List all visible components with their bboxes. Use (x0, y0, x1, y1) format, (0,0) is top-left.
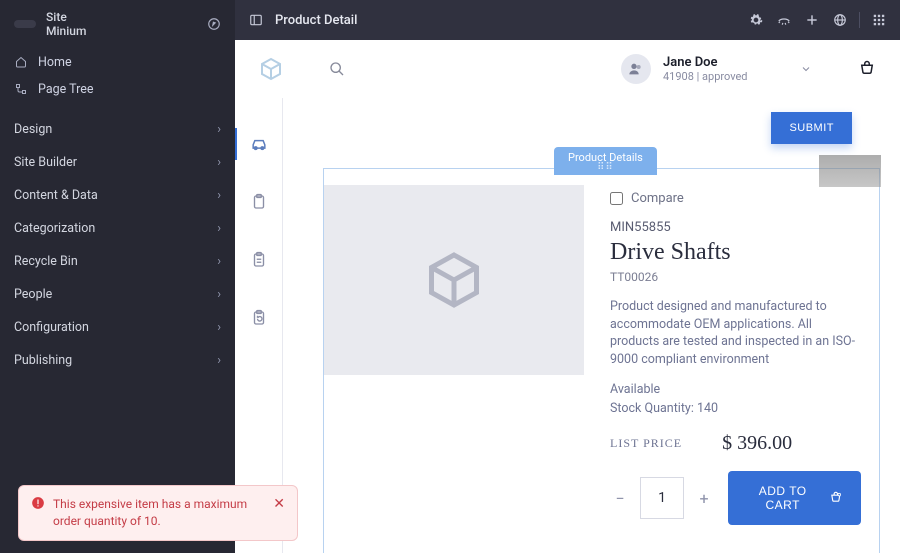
clipboard-icon[interactable] (247, 190, 271, 214)
panel-icon[interactable] (247, 13, 265, 27)
sidebar-link-home[interactable]: Home (0, 49, 235, 76)
qty-value[interactable]: 1 (640, 477, 684, 519)
sidebar-item-label: Site Builder (14, 155, 77, 170)
qty-plus-button[interactable]: + (694, 488, 714, 508)
product-name: Drive Shafts (610, 239, 861, 266)
card-tab[interactable]: Product Details ⠿⠿ (554, 147, 657, 175)
compare-input[interactable] (610, 192, 623, 205)
chevron-right-icon: › (217, 122, 221, 137)
add-to-cart-button[interactable]: ADD TO CART (728, 471, 861, 525)
page-title: Product Detail (275, 13, 357, 28)
chevron-right-icon: › (217, 221, 221, 236)
apps-grid-icon[interactable] (870, 13, 888, 27)
sidebar-item-recyclebin[interactable]: Recycle Bin › (0, 245, 235, 278)
error-icon (31, 496, 45, 510)
search-icon[interactable] (329, 61, 345, 77)
sidebar-item-label: Recycle Bin (14, 254, 78, 269)
product-sku: MIN55855 (610, 220, 861, 235)
alert-message: This expensive item has a maximum order … (53, 496, 265, 530)
account-name: Jane Doe (663, 55, 748, 70)
product-model: TT00026 (610, 270, 861, 284)
product-image-placeholder (324, 185, 584, 375)
alert-close-icon[interactable]: ✕ (273, 496, 285, 512)
chevron-right-icon: › (217, 353, 221, 368)
chevron-right-icon: › (217, 155, 221, 170)
compare-checkbox[interactable]: Compare (610, 191, 861, 206)
globe-icon[interactable] (831, 13, 849, 27)
users-icon (621, 54, 651, 84)
price-value: $ 396.00 (722, 432, 792, 455)
submit-button[interactable]: SUBMIT (771, 112, 852, 144)
product-stock: Stock Quantity: 140 (610, 401, 861, 416)
error-alert: This expensive item has a maximum order … (18, 485, 298, 541)
product-description: Product designed and manufactured to acc… (610, 298, 861, 368)
sidebar-item-categorization[interactable]: Categorization › (0, 212, 235, 245)
compare-label: Compare (631, 191, 684, 206)
chevron-right-icon: › (217, 287, 221, 302)
clipboard-list-icon[interactable] (247, 248, 271, 272)
sidebar-link-label: Page Tree (38, 82, 94, 97)
cart-add-icon (829, 490, 843, 506)
main-area: Product Detail Jane D (235, 0, 900, 553)
site-logo-icon[interactable] (259, 57, 283, 81)
product-details-card[interactable]: Product Details ⠿⠿ Compare MIN55855 D (323, 168, 880, 553)
sidebar-item-sitebuilder[interactable]: Site Builder › (0, 146, 235, 179)
chevron-right-icon: › (217, 254, 221, 269)
content: SUBMIT Product Details ⠿⠿ Compare (235, 98, 900, 553)
sidebar-item-publishing[interactable]: Publishing › (0, 344, 235, 377)
eye-hidden-icon[interactable] (775, 13, 793, 27)
add-to-cart-label: ADD TO CART (746, 484, 819, 512)
clipboard-refresh-icon[interactable] (247, 306, 271, 330)
active-indicator (235, 128, 237, 160)
qty-minus-button[interactable]: − (610, 488, 630, 508)
canvas: SUBMIT Product Details ⠿⠿ Compare (283, 98, 900, 553)
sidebar-link-label: Home (38, 55, 72, 70)
chevron-right-icon: › (217, 320, 221, 335)
brand-line1: Site (46, 10, 86, 24)
site-header: Jane Doe 41908 | approved (235, 40, 900, 98)
account-sub: 41908 | approved (663, 70, 748, 83)
sidebar-item-label: Design (14, 122, 52, 137)
vehicle-icon[interactable] (247, 132, 271, 156)
admin-sidebar: Site Minium Home Page Tree Design › Site… (0, 0, 235, 553)
compass-icon[interactable] (207, 17, 221, 31)
chevron-down-icon[interactable] (800, 63, 812, 75)
product-availability: Available (610, 382, 861, 397)
overlay-block (819, 155, 881, 187)
account-selector[interactable]: Jane Doe 41908 | approved (621, 54, 812, 84)
sidebar-item-design[interactable]: Design › (0, 113, 235, 146)
site-brand[interactable]: Site Minium (0, 0, 235, 49)
home-icon (14, 56, 28, 68)
quantity-stepper: − 1 + (610, 477, 714, 519)
chevron-right-icon: › (217, 188, 221, 203)
drag-handle-icon[interactable]: ⠿⠿ (568, 164, 643, 172)
sidebar-item-label: Categorization (14, 221, 95, 236)
tree-icon (14, 83, 28, 95)
plus-icon[interactable] (803, 13, 821, 27)
topbar: Product Detail (235, 0, 900, 40)
brand-line2: Minium (46, 24, 86, 38)
separator (859, 12, 860, 28)
cart-icon[interactable] (858, 60, 876, 78)
sidebar-item-people[interactable]: People › (0, 278, 235, 311)
sidebar-link-pagetree[interactable]: Page Tree (0, 76, 235, 103)
sidebar-item-label: Publishing (14, 353, 72, 368)
sidebar-item-configuration[interactable]: Configuration › (0, 311, 235, 344)
sidebar-item-label: Configuration (14, 320, 89, 335)
sidebar-item-contentdata[interactable]: Content & Data › (0, 179, 235, 212)
gear-icon[interactable] (747, 13, 765, 27)
brand-logo (14, 20, 36, 28)
sidebar-item-label: People (14, 287, 52, 302)
sidebar-item-label: Content & Data (14, 188, 98, 203)
price-label: LIST PRICE (610, 436, 682, 451)
